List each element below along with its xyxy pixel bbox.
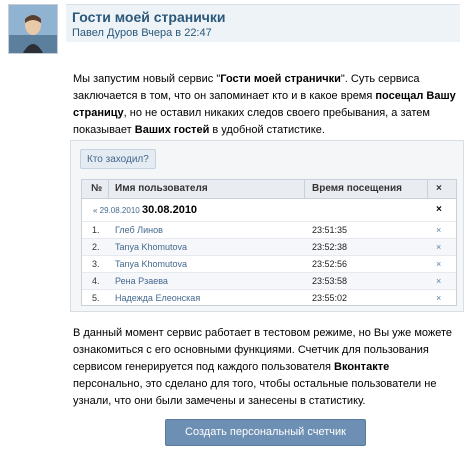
date-close-icon[interactable]: × [436,199,442,221]
delete-icon[interactable]: × [436,273,441,290]
create-counter-button[interactable]: Создать персональный счетчик [165,419,366,446]
outro-text-2: персонально, это сделано для того, чтобы… [73,378,437,407]
visitor-number: 2. [92,242,100,252]
header-username: Имя пользователя [115,183,208,194]
visitor-name-link[interactable]: Tanya Khomutova [115,239,187,256]
intro-bold-guests: Ваших гостей [134,124,210,136]
delete-icon[interactable]: × [436,290,441,307]
post-title[interactable]: Гости моей странички [72,9,226,25]
visitor-number: 3. [92,259,100,269]
visitor-number: 1. [92,225,100,235]
visitor-name-link[interactable]: Надежда Елеонская [115,290,200,307]
header-number: № [91,183,103,194]
header-close: × [436,183,442,194]
column-divider [427,180,428,198]
visitor-row: 3. Tanya Khomutova 23:52:56 × [82,255,456,273]
delete-icon[interactable]: × [436,256,441,273]
guests-widget-screenshot: Кто заходил? № Имя пользователя Время по… [70,140,464,312]
post-date: Вчера в 22:47 [141,27,212,39]
previous-date-link[interactable]: « 29.08.2010 [93,200,140,222]
current-date: 30.08.2010 [142,204,198,216]
table-header: № Имя пользователя Время посещения × [82,180,456,199]
post-title-bar: Гости моей странички Павел Дуров Вчера в… [66,4,460,42]
visitor-row: 2. Tanya Khomutova 23:52:38 × [82,238,456,256]
visitor-name-link[interactable]: Глеб Линов [115,222,163,239]
page: Гости моей странички Павел Дуров Вчера в… [0,0,467,459]
intro-text-1: Мы запустим новый сервис " [73,73,221,85]
avatar-photo-icon [9,5,57,53]
visitors-table: № Имя пользователя Время посещения × « 2… [81,179,457,306]
visit-time: 23:55:02 [312,293,348,303]
visitor-row: 1. Глеб Линов 23:51:35 × [82,221,456,239]
intro-bold-service: Гости моей странички [220,73,341,85]
column-divider [304,180,305,198]
date-navigation: « 29.08.2010 30.08.2010 × [82,199,456,221]
delete-icon[interactable]: × [436,222,441,239]
author-avatar[interactable] [8,4,58,54]
visit-time: 23:51:35 [312,225,348,235]
visitor-number: 5. [92,293,100,303]
post-meta: Павел Дуров Вчера в 22:47 [72,27,212,39]
post-header: Гости моей странички Павел Дуров Вчера в… [0,0,467,58]
visitor-row: 5. Надежда Елеонская 23:55:02 × [82,289,456,307]
column-divider [108,180,109,198]
outro-bold-vkontakte: Вконтакте [334,361,390,373]
visit-time: 23:52:38 [312,242,348,252]
intro-text-4: в удобной статистике. [209,124,325,136]
intro-paragraph: Мы запустим новый сервис "Гости моей стр… [73,71,458,139]
outro-paragraph: В данный момент сервис работает в тестов… [73,325,458,410]
visitor-number: 4. [92,276,100,286]
who-visited-tab[interactable]: Кто заходил? [80,149,156,169]
outro-text-1: В данный момент сервис работает в тестов… [73,327,453,373]
visitor-name-link[interactable]: Tanya Khomutova [115,256,187,273]
visitor-row: 4. Рена Рзаева 23:53:58 × [82,272,456,290]
header-visit-time: Время посещения [312,183,402,194]
delete-icon[interactable]: × [436,239,441,256]
visit-time: 23:53:58 [312,276,348,286]
visit-time: 23:52:56 [312,259,348,269]
author-link[interactable]: Павел Дуров [72,27,138,39]
visitor-name-link[interactable]: Рена Рзаева [115,273,168,290]
